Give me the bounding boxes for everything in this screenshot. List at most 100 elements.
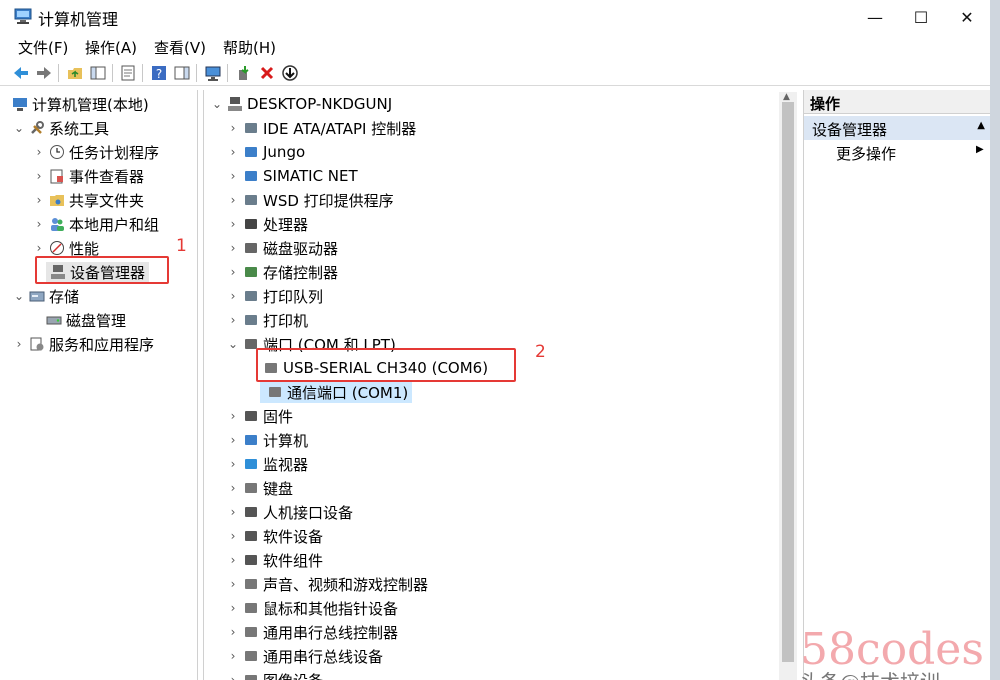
chevron-right-icon[interactable]: › [12,337,26,351]
menu-view[interactable]: 查看(V) [154,37,206,58]
device-category-before-6[interactable]: › 存储控制器 [226,260,338,284]
chevron-right-icon[interactable]: › [226,577,240,591]
device-category-after-4[interactable]: › 人机接口设备 [226,500,353,524]
chevron-right-icon[interactable]: › [32,241,46,255]
device-category-before-0[interactable]: › IDE ATA/ATAPI 控制器 [226,116,417,140]
actions-section-device-manager[interactable]: 设备管理器 ▲ [804,116,990,140]
help-icon[interactable]: ? [150,64,168,82]
device-icon [245,579,257,589]
tree-item-shared-folders[interactable]: › 共享文件夹 [32,188,144,212]
forward-arrow-icon[interactable] [35,64,53,82]
chevron-down-icon[interactable]: ⌄ [226,337,240,351]
tree-label: 服务和应用程序 [49,335,155,354]
console-tree-pane: 计算机管理(本地) ⌄ 系统工具 › 任务计划程序 › 事件查看器 › 共享文件… [8,90,198,680]
chevron-right-icon[interactable]: › [226,505,240,519]
chevron-right-icon[interactable]: › [32,217,46,231]
chevron-right-icon[interactable]: › [32,169,46,183]
tree-item-system-tools[interactable]: ⌄ 系统工具 [12,116,109,140]
device-icon [245,507,257,517]
up-folder-icon[interactable] [66,64,84,82]
chevron-right-icon[interactable]: › [226,601,240,615]
chevron-right-icon[interactable]: › [226,241,240,255]
properties-icon[interactable] [119,64,137,82]
chevron-right-icon[interactable]: › [226,145,240,159]
tree-label: 本地用户和组 [69,215,160,234]
device-label: 图像设备 [263,670,323,680]
event-log-icon [50,169,63,184]
chevron-right-icon[interactable]: › [32,145,46,159]
device-category-before-4[interactable]: › 处理器 [226,212,308,236]
tree-item-local-users[interactable]: › 本地用户和组 [32,212,159,236]
monitor-icon[interactable] [204,64,222,82]
maximize-button[interactable]: ☐ [898,0,944,34]
chevron-right-icon[interactable]: › [226,649,240,663]
chevron-right-icon[interactable]: › [226,121,240,135]
device-category-after-6[interactable]: › 软件组件 [226,548,323,572]
tree-item-services-apps[interactable]: › 服务和应用程序 [12,332,154,356]
download-circle-icon[interactable] [281,64,299,82]
device-category-before-5[interactable]: › 磁盘驱动器 [226,236,338,260]
device-category-after-5[interactable]: › 软件设备 [226,524,323,548]
chevron-right-icon[interactable]: › [226,265,240,279]
vertical-scrollbar[interactable]: ▲ [779,92,797,680]
collapse-up-icon[interactable]: ▲ [977,120,985,131]
tree-item-computer-management[interactable]: 计算机管理(本地) [12,92,149,116]
submenu-arrow-icon: ▶ [976,144,984,155]
back-arrow-icon[interactable] [12,64,30,82]
update-driver-icon[interactable] [235,64,253,82]
chevron-right-icon[interactable]: › [226,313,240,327]
device-category-after-2[interactable]: › 监视器 [226,452,308,476]
chevron-right-icon[interactable]: › [32,193,46,207]
chevron-right-icon[interactable]: › [226,481,240,495]
device-icon [245,411,257,421]
device-category-after-0[interactable]: › 固件 [226,404,293,428]
device-category-after-10[interactable]: › 通用串行总线设备 [226,644,383,668]
scrollbar-thumb[interactable] [782,102,794,662]
device-category-before-1[interactable]: › Jungo [226,140,306,164]
menu-file[interactable]: 文件(F) [18,37,68,58]
chevron-down-icon[interactable]: ⌄ [12,289,26,303]
tree-item-event-viewer[interactable]: › 事件查看器 [32,164,144,188]
device-row-content: 通信端口 (COM1) [260,381,413,403]
minimize-button[interactable]: — [852,0,898,34]
chevron-right-icon[interactable]: › [226,433,240,447]
device-category-port-1[interactable]: 通信端口 (COM1) [260,380,413,404]
scroll-up-icon[interactable]: ▲ [783,92,790,102]
device-category-before-3[interactable]: › WSD 打印提供程序 [226,188,394,212]
chevron-right-icon[interactable]: › [226,529,240,543]
device-tree-root[interactable]: ⌄ DESKTOP-NKDGUNJ [210,92,392,116]
chevron-right-icon[interactable]: › [226,289,240,303]
uninstall-x-icon[interactable] [258,64,276,82]
chevron-right-icon[interactable]: › [226,553,240,567]
chevron-right-icon[interactable]: › [226,457,240,471]
toolbar-separator [142,64,143,82]
device-category-after-9[interactable]: › 通用串行总线控制器 [226,620,398,644]
chevron-right-icon[interactable]: › [226,409,240,423]
chevron-right-icon[interactable]: › [226,673,240,680]
device-category-after-3[interactable]: › 键盘 [226,476,293,500]
device-category-before-8[interactable]: › 打印机 [226,308,308,332]
device-category-after-7[interactable]: › 声音、视频和游戏控制器 [226,572,428,596]
tree-item-storage[interactable]: ⌄ 存储 [12,284,79,308]
chevron-right-icon[interactable]: › [226,625,240,639]
menu-help[interactable]: 帮助(H) [223,37,276,58]
chevron-right-icon[interactable]: › [226,169,240,183]
menu-action[interactable]: 操作(A) [85,37,137,58]
tree-item-disk-management[interactable]: 磁盘管理 [46,308,126,332]
device-category-after-8[interactable]: › 鼠标和其他指针设备 [226,596,398,620]
device-category-after-1[interactable]: › 计算机 [226,428,308,452]
chevron-right-icon[interactable]: › [226,193,240,207]
show-hide-pane-icon[interactable] [173,64,191,82]
close-button[interactable]: ✕ [944,0,990,34]
device-row-content: SIMATIC NET [240,167,358,185]
services-icon [30,337,44,351]
chevron-right-icon[interactable]: › [226,217,240,231]
device-category-before-2[interactable]: › SIMATIC NET [226,164,358,188]
more-actions-item[interactable]: 更多操作 ▶ [836,140,986,164]
chevron-down-icon[interactable]: ⌄ [12,121,26,135]
console-tree-icon[interactable] [89,64,107,82]
device-category-after-11[interactable]: › 图像设备 [226,668,323,680]
device-category-before-7[interactable]: › 打印队列 [226,284,323,308]
tree-item-task-scheduler[interactable]: › 任务计划程序 [32,140,159,164]
chevron-down-icon[interactable]: ⌄ [210,97,224,111]
